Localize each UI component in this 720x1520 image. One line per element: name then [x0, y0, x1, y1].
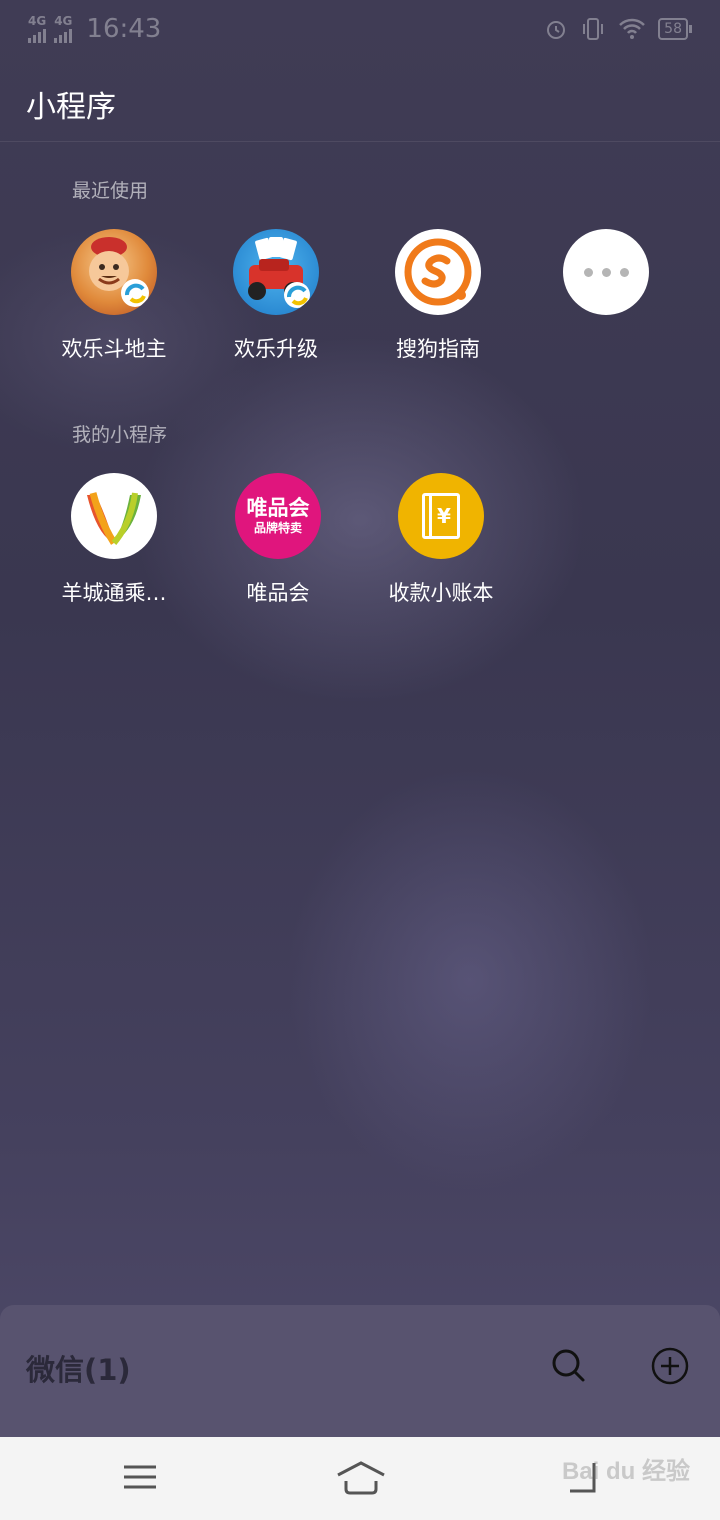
more-icon	[563, 229, 649, 315]
vipshop-logo-line1: 唯品会	[246, 496, 310, 520]
app-ledger[interactable]: ¥ 收款小账本	[366, 473, 516, 607]
recent-section-label: 最近使用	[72, 180, 149, 202]
app-yangchengtong[interactable]: 羊城通乘…	[39, 473, 189, 607]
app-sogou[interactable]: 搜狗指南	[363, 229, 513, 363]
signal-2-icon: 4G	[54, 15, 72, 43]
vibrate-icon	[583, 18, 604, 40]
signal-2-label: 4G	[54, 14, 73, 28]
baidu-watermark: Bai du 经验	[561, 1458, 690, 1485]
app-label: 唯品会	[246, 581, 310, 605]
signal-1-icon: 4G	[28, 15, 46, 43]
navigation-bar: Bai du 经验	[0, 1437, 720, 1520]
mine-section-label: 我的小程序	[72, 424, 168, 446]
page-title: 小程序	[26, 90, 116, 125]
ledger-yen-symbol: ¥	[437, 504, 451, 528]
more-button[interactable]	[531, 229, 681, 315]
status-time: 16:43	[86, 14, 162, 44]
home-icon[interactable]	[336, 1457, 386, 1497]
shengji-game-icon	[233, 229, 319, 315]
vipshop-icon: 唯品会 品牌特卖	[235, 473, 321, 559]
wifi-icon	[619, 18, 646, 39]
add-icon[interactable]	[651, 1347, 689, 1385]
doudizhu-game-icon	[71, 229, 157, 315]
ledger-icon: ¥	[398, 473, 484, 559]
app-label: 欢乐斗地主	[61, 337, 167, 361]
app-label: 收款小账本	[388, 581, 494, 605]
alarm-icon	[547, 21, 566, 39]
app-doudizhu[interactable]: 欢乐斗地主	[39, 229, 189, 363]
title-divider	[0, 141, 720, 142]
vipshop-logo-line2: 品牌特卖	[253, 521, 302, 535]
menu-icon[interactable]	[122, 1457, 158, 1497]
sogou-icon	[395, 229, 481, 315]
app-label: 搜狗指南	[396, 337, 480, 361]
signal-1-label: 4G	[28, 14, 47, 28]
status-bar: 4G 4G 16:43 58	[0, 0, 720, 58]
yangchengtong-icon	[71, 473, 157, 559]
wechat-bar[interactable]: 微信(1)	[0, 1305, 720, 1437]
wallpaper-background	[0, 0, 720, 1520]
app-vipshop[interactable]: 唯品会 品牌特卖 唯品会	[203, 473, 353, 607]
wechat-title: 微信(1)	[26, 1353, 131, 1387]
search-icon[interactable]	[550, 1347, 586, 1383]
battery-level: 58	[658, 18, 688, 40]
app-shengji[interactable]: 欢乐升级	[201, 229, 351, 363]
battery-icon: 58	[658, 18, 692, 40]
app-label: 羊城通乘…	[61, 581, 167, 605]
app-label: 欢乐升级	[234, 337, 318, 361]
